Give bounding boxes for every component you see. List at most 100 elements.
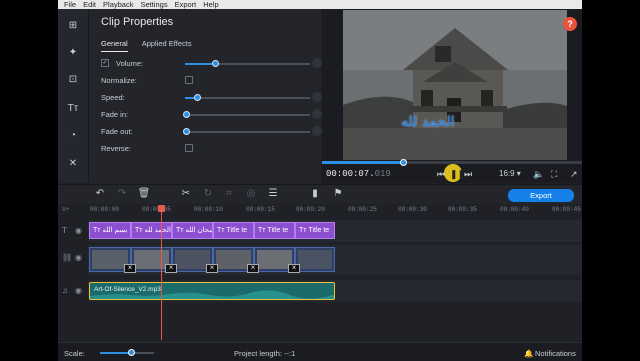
fade-in-reset-icon[interactable]	[312, 109, 322, 119]
fade-in-slider[interactable]	[183, 111, 310, 118]
fade-in-label: Fade in:	[101, 110, 129, 119]
ruler-tick: 00:00:20	[296, 206, 325, 213]
title-clip[interactable]: Tт الحمد لله	[131, 222, 172, 239]
transition-icon[interactable]: ⨯	[165, 264, 177, 273]
fade-out-slider-knob[interactable]	[183, 128, 190, 135]
undo-icon[interactable]: ↶	[93, 187, 107, 201]
title-clip[interactable]: Tт سبحان الله	[172, 222, 213, 239]
normalize-checkbox[interactable]	[185, 76, 193, 84]
speed-label: Speed:	[101, 93, 125, 102]
tab-applied-effects[interactable]: Applied Effects	[142, 39, 192, 52]
aspect-ratio-select[interactable]: 16:9 ▾	[499, 168, 521, 180]
scale-slider[interactable]	[100, 349, 154, 356]
ruler-tick: 00:00:40	[500, 206, 529, 213]
aspect-ratio-value: 16:9	[499, 169, 515, 178]
help-button[interactable]: ?	[563, 17, 577, 31]
fade-out-slider[interactable]	[183, 128, 310, 135]
haunted-house-image	[343, 10, 567, 160]
transition-icon[interactable]: ⨯	[247, 264, 259, 273]
stickers-icon[interactable]: ◔	[65, 128, 81, 144]
color-adjust-icon[interactable]: ◎	[244, 187, 258, 201]
volume-reset-icon[interactable]	[312, 58, 322, 68]
scale-label: Scale:	[64, 349, 85, 358]
redo-icon[interactable]: ↷	[115, 187, 129, 201]
menu-file[interactable]: File	[64, 0, 76, 9]
volume-slider-knob[interactable]	[212, 60, 219, 67]
audio-properties-icon[interactable]: ▮	[308, 187, 322, 201]
crop-icon[interactable]: ⌗	[222, 187, 236, 201]
timecode-fraction: 019	[374, 169, 391, 179]
marker-flag-icon[interactable]: ⚑	[331, 187, 345, 201]
titles-icon[interactable]: Tт	[65, 101, 81, 117]
audio-clip[interactable]: Art-Of-Silence_V2.mp3	[89, 282, 335, 300]
menu-playback[interactable]: Playback	[103, 0, 133, 9]
notifications-bell-icon[interactable]: 🔔	[524, 349, 533, 358]
pause-icon[interactable]: ❚❚	[450, 168, 465, 180]
volume-row: ✓ Volume:	[101, 58, 322, 69]
fade-in-slider-knob[interactable]	[183, 111, 190, 118]
ruler-tick: 00:00:05	[142, 206, 171, 213]
notifications-label[interactable]: Notifications	[535, 349, 576, 358]
playhead-handle[interactable]	[158, 205, 165, 212]
menu-help[interactable]: Help	[203, 0, 218, 9]
skip-back-icon[interactable]: ⏮	[437, 168, 445, 180]
scale-slider-fill	[100, 352, 130, 354]
title-clip[interactable]: Tт بسم الله	[89, 222, 131, 239]
ruler-tick: 00:00:10	[194, 206, 223, 213]
cut-icon[interactable]: ✂	[179, 187, 193, 201]
playback-progress-fill	[322, 161, 403, 164]
volume-slider[interactable]	[185, 60, 310, 67]
panel-title: Clip Properties	[101, 16, 174, 28]
playhead[interactable]	[158, 205, 165, 340]
rotate-icon[interactable]: ↻	[201, 187, 215, 201]
title-clip[interactable]: Tт Title te	[295, 222, 335, 239]
fade-in-row: Fade in:	[101, 109, 322, 120]
transitions-icon[interactable]: ⊡	[65, 72, 81, 88]
volume-icon[interactable]: 🔈	[533, 168, 544, 180]
video-clip[interactable]	[295, 247, 335, 272]
title-clip[interactable]: Tт Title te	[213, 222, 254, 239]
playback-progress-knob[interactable]	[400, 159, 407, 166]
menu-edit[interactable]: Edit	[83, 0, 96, 9]
status-bar: Scale: Project length: --:1 🔔 Notificati…	[58, 342, 582, 361]
transition-icon[interactable]: ⨯	[206, 264, 218, 273]
speed-reset-icon[interactable]	[312, 92, 322, 102]
video-preview: الحمد لله	[343, 10, 567, 160]
menu-export[interactable]: Export	[175, 0, 197, 9]
fullscreen-icon[interactable]: ⛶	[551, 168, 557, 180]
reverse-checkbox[interactable]	[185, 144, 193, 152]
speed-slider-knob[interactable]	[194, 94, 201, 101]
import-icon[interactable]: ⊞	[65, 18, 81, 34]
clip-properties-icon[interactable]: ☰	[266, 187, 280, 201]
audio-clip-label: Art-Of-Silence_V2.mp3	[94, 286, 161, 293]
delete-icon[interactable]: 🗑	[137, 187, 151, 201]
title-clip[interactable]: Tт Title te	[254, 222, 295, 239]
timecode-display: 00:00:07.019	[326, 169, 391, 179]
timeline-ruler[interactable]: ≡+ 00:00:00 00:00:05 00:00:10 00:00:15 0…	[58, 204, 582, 216]
reverse-row: Reverse:	[101, 144, 316, 154]
popout-icon[interactable]: ↗	[570, 168, 578, 180]
speed-row: Speed:	[101, 92, 322, 103]
export-button[interactable]: Export	[508, 189, 574, 202]
add-track-icon[interactable]: ≡+	[62, 206, 69, 213]
ruler-tick: 00:00:00	[90, 206, 119, 213]
scale-slider-knob[interactable]	[128, 349, 135, 356]
transition-icon[interactable]: ⨯	[124, 264, 136, 273]
volume-checkbox[interactable]: ✓	[101, 59, 109, 67]
transition-icon[interactable]: ⨯	[288, 264, 300, 273]
normalize-row: Normalize:	[101, 76, 316, 86]
speed-slider[interactable]	[185, 94, 310, 101]
project-length: Project length: --:1	[234, 349, 296, 358]
reverse-label: Reverse:	[101, 144, 132, 153]
tools-icon[interactable]: ✕	[65, 156, 81, 172]
skip-forward-icon[interactable]: ⏭	[464, 168, 472, 180]
ruler-tick: 00:00:25	[348, 206, 377, 213]
clip-properties-panel: Clip Properties General Applied Effects …	[89, 9, 322, 183]
menu-settings[interactable]: Settings	[140, 0, 167, 9]
tab-general[interactable]: General	[101, 39, 128, 52]
fade-out-reset-icon[interactable]	[312, 126, 322, 136]
ruler-tick: 00:00:35	[448, 206, 477, 213]
tool-sidebar: ⊞ ✦ ⊡ Tт ◔ ✕	[58, 9, 89, 183]
magic-wand-icon[interactable]: ✦	[65, 45, 81, 61]
arabic-title-overlay: الحمد لله	[401, 114, 455, 130]
